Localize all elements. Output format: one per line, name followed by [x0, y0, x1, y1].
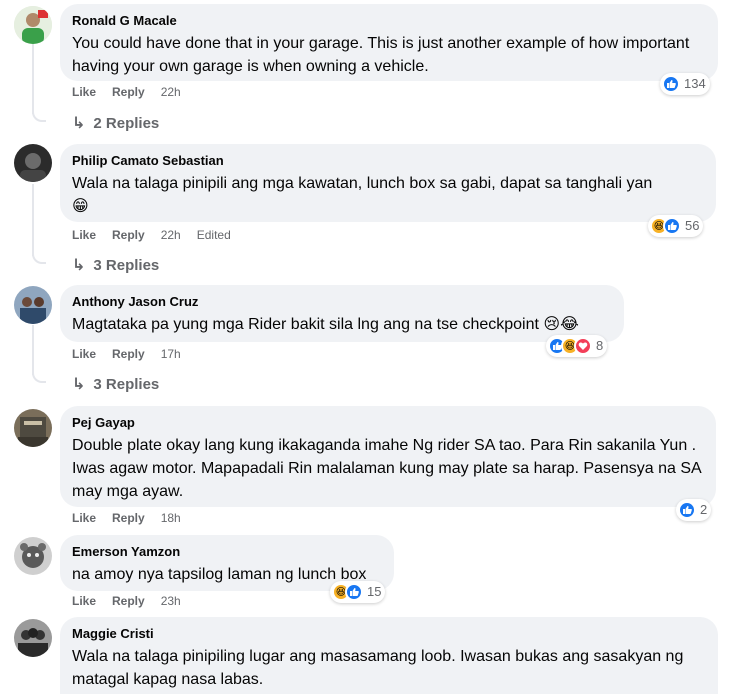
reaction-count: 8 — [596, 338, 604, 353]
comment-emoji: 😁 — [72, 198, 89, 215]
comment-text: Double plate okay lang kung ikakaganda i… — [72, 437, 701, 500]
replies-label: 2 Replies — [93, 114, 160, 132]
reaction-summary[interactable]: 😆 56 — [648, 215, 704, 237]
comment-time[interactable]: 22h — [161, 84, 181, 100]
avatar[interactable] — [14, 144, 52, 182]
comment-actions: Like Reply 22h Edited — [72, 227, 231, 243]
comment-bubble: Philip Camato Sebastian Wala na talaga p… — [60, 144, 716, 222]
comment-bubble: Ronald G Macale You could have done that… — [60, 4, 718, 81]
comment-actions: Like Reply 23h — [72, 593, 197, 609]
reaction-summary[interactable]: 😆 15 — [330, 581, 386, 603]
thread-line — [32, 184, 34, 256]
view-replies-button[interactable]: ↳ 3 Replies — [72, 374, 159, 394]
reply-button[interactable]: Reply — [112, 510, 145, 526]
reply-arrow-icon: ↳ — [72, 115, 86, 132]
comment-text: Wala na talaga pinipiling lugar ang masa… — [72, 648, 684, 688]
like-button[interactable]: Like — [72, 510, 96, 526]
comment-bubble: Pej Gayap Double plate okay lang kung ik… — [60, 406, 716, 507]
avatar[interactable] — [14, 409, 52, 447]
comment-actions: Like Reply 17h — [72, 346, 197, 362]
avatar[interactable] — [14, 537, 52, 575]
comment-author[interactable]: Maggie Cristi — [72, 625, 706, 643]
thread-line — [32, 44, 34, 114]
comment-time[interactable]: 22h — [161, 227, 181, 243]
reaction-count: 2 — [700, 502, 708, 517]
replies-label: 3 Replies — [93, 256, 160, 274]
avatar[interactable] — [14, 6, 52, 44]
like-button[interactable]: Like — [72, 84, 96, 100]
comment-time[interactable]: 18h — [161, 510, 181, 526]
comment-actions: Like Reply 22h — [72, 84, 197, 100]
like-icon — [345, 583, 363, 601]
avatar[interactable] — [14, 286, 52, 324]
reply-arrow-icon: ↳ — [72, 376, 86, 393]
comment-author[interactable]: Anthony Jason Cruz — [72, 293, 612, 311]
thread-curve — [32, 110, 46, 122]
edited-label[interactable]: Edited — [197, 227, 231, 243]
comment-bubble: Anthony Jason Cruz Magtataka pa yung mga… — [60, 285, 624, 342]
comment-time[interactable]: 23h — [161, 593, 181, 609]
reaction-count: 56 — [685, 218, 700, 233]
love-icon — [574, 337, 592, 355]
comment-author[interactable]: Emerson Yamzon — [72, 543, 382, 561]
comment-author[interactable]: Ronald G Macale — [72, 12, 706, 30]
reply-button[interactable]: Reply — [112, 227, 145, 243]
comment-text: Wala na talaga pinipili ang mga kawatan,… — [72, 175, 653, 192]
reply-button[interactable]: Reply — [112, 593, 145, 609]
like-button[interactable]: Like — [72, 346, 96, 362]
reaction-count: 134 — [684, 76, 706, 91]
like-icon — [663, 217, 681, 235]
comment-text: Magtataka pa yung mga Rider bakit sila l… — [72, 316, 579, 333]
comment-author[interactable]: Pej Gayap — [72, 414, 704, 432]
view-replies-button[interactable]: ↳ 3 Replies — [72, 255, 159, 275]
thread-curve — [32, 252, 46, 264]
comment-time[interactable]: 17h — [161, 346, 181, 362]
thread-line — [32, 325, 34, 375]
thread-curve — [32, 371, 46, 383]
view-replies-button[interactable]: ↳ 2 Replies — [72, 113, 159, 133]
like-button[interactable]: Like — [72, 593, 96, 609]
reply-button[interactable]: Reply — [112, 84, 145, 100]
like-icon — [678, 501, 696, 519]
reply-arrow-icon: ↳ — [72, 257, 86, 274]
comment-bubble: Maggie Cristi Wala na talaga pinipiling … — [60, 617, 718, 694]
reaction-summary[interactable]: 2 — [676, 499, 712, 521]
reply-button[interactable]: Reply — [112, 346, 145, 362]
like-icon — [662, 75, 680, 93]
comment-author[interactable]: Philip Camato Sebastian — [72, 152, 704, 170]
comment-text: You could have done that in your garage.… — [72, 35, 690, 75]
comment-actions: Like Reply 18h — [72, 510, 197, 526]
reaction-summary[interactable]: 😆 8 — [546, 335, 608, 357]
reaction-count: 15 — [367, 584, 382, 599]
reaction-summary[interactable]: 134 — [660, 73, 710, 95]
replies-label: 3 Replies — [93, 375, 160, 393]
like-button[interactable]: Like — [72, 227, 96, 243]
avatar[interactable] — [14, 619, 52, 657]
